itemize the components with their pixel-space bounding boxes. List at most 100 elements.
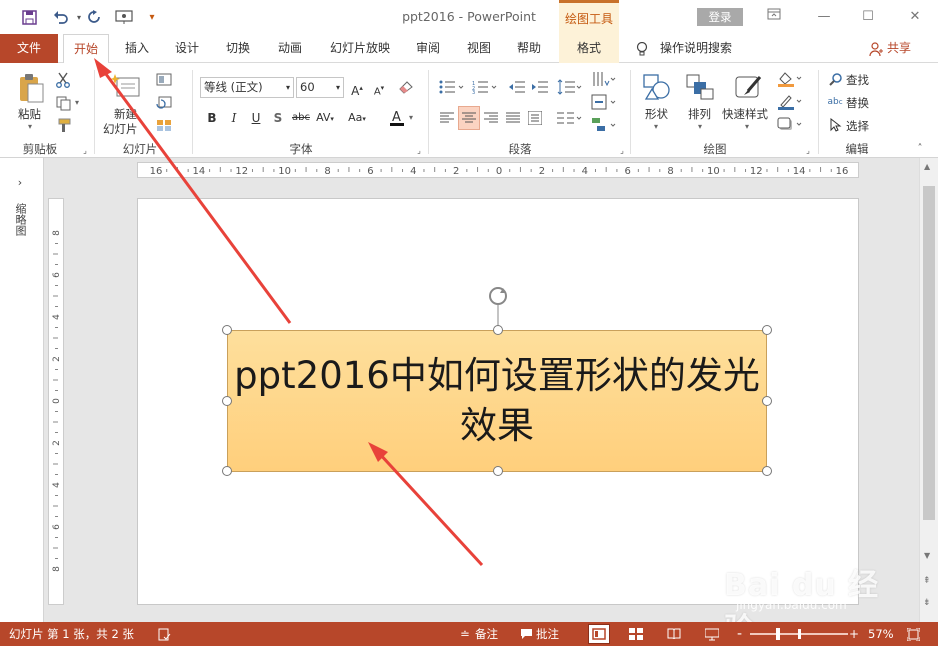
quick-styles-icon[interactable]	[732, 71, 766, 103]
resize-handle-top[interactable]	[493, 325, 503, 335]
shapes-icon[interactable]	[640, 71, 674, 103]
layout-icon[interactable]	[155, 71, 173, 87]
paste-label[interactable]: 粘贴	[18, 106, 41, 122]
shapes-dropdown-icon[interactable]: ▾	[654, 122, 658, 131]
shape-fill-icon[interactable]	[776, 70, 804, 88]
decrease-indent-icon[interactable]	[507, 78, 527, 96]
increase-indent-icon[interactable]	[530, 78, 550, 96]
quick-styles-label[interactable]: 快速样式	[722, 106, 768, 122]
shapes-label[interactable]: 形状	[645, 106, 668, 122]
tab-insert[interactable]: 插入	[117, 34, 157, 63]
drawing-launcher-icon[interactable]: ⌟	[803, 145, 813, 155]
vertical-scrollbar[interactable]: ▲ ▼ ⇞ ⇟	[919, 158, 938, 622]
resize-handle-bottom-right[interactable]	[762, 466, 772, 476]
new-slide-icon[interactable]	[108, 71, 142, 103]
find-icon[interactable]	[828, 71, 844, 87]
zoom-slider[interactable]	[750, 628, 848, 640]
slide-sorter-icon[interactable]	[627, 622, 645, 646]
clear-formatting-icon[interactable]	[398, 79, 416, 97]
close-icon[interactable]: ✕	[906, 8, 924, 26]
minimize-icon[interactable]: —	[815, 8, 833, 26]
login-button[interactable]: 登录	[697, 8, 743, 26]
font-name-combo[interactable]: 等线 (正文) ▾	[200, 77, 294, 98]
ribbon-display-options-icon[interactable]	[765, 8, 783, 26]
replace-icon[interactable]: ab c	[826, 94, 844, 110]
selected-rectangle-shape[interactable]: ppt2016中如何设置形状的发光效果	[227, 330, 767, 472]
fit-to-window-icon[interactable]	[905, 622, 921, 646]
notes-button[interactable]: 备注	[475, 622, 498, 646]
font-size-combo[interactable]: 60 ▾	[296, 77, 344, 98]
resize-handle-top-right[interactable]	[762, 325, 772, 335]
find-label[interactable]: 查找	[846, 72, 869, 88]
bold-icon[interactable]: B	[203, 109, 221, 127]
copy-dropdown-icon[interactable]: ▾	[75, 98, 79, 107]
arrange-dropdown-icon[interactable]: ▾	[698, 122, 702, 131]
next-slide-icon[interactable]: ⇟	[923, 598, 931, 608]
change-case-icon[interactable]: Aa▾	[343, 109, 371, 127]
increase-font-size-icon[interactable]: A▴	[348, 79, 366, 98]
clipboard-launcher-icon[interactable]: ⌟	[80, 145, 90, 155]
new-slide-label-line1[interactable]: 新建	[114, 106, 137, 122]
tab-format[interactable]: 格式	[559, 34, 619, 63]
resize-handle-top-left[interactable]	[222, 325, 232, 335]
decrease-font-size-icon[interactable]: A▾	[370, 79, 388, 97]
tab-view[interactable]: 视图	[459, 34, 499, 63]
paste-dropdown-icon[interactable]: ▾	[28, 122, 32, 131]
format-painter-icon[interactable]	[54, 116, 72, 134]
maximize-icon[interactable]: ☐	[859, 8, 877, 26]
line-spacing-icon[interactable]	[556, 77, 584, 97]
shape-outline-icon[interactable]	[776, 93, 804, 111]
zoom-slider-thumb[interactable]	[776, 628, 780, 640]
justify-icon[interactable]	[504, 109, 522, 127]
arrange-icon[interactable]	[683, 71, 717, 103]
scroll-up-icon[interactable]: ▲	[924, 162, 930, 171]
bullets-icon[interactable]	[438, 78, 466, 96]
distributed-icon[interactable]	[526, 109, 544, 127]
copy-icon[interactable]	[54, 94, 72, 112]
reading-view-icon[interactable]	[665, 622, 683, 646]
resize-handle-left[interactable]	[222, 396, 232, 406]
replace-label[interactable]: 替换	[846, 95, 869, 111]
zoom-level[interactable]: 57%	[868, 622, 894, 646]
italic-icon[interactable]: I	[225, 109, 243, 127]
tab-design[interactable]: 设计	[167, 34, 207, 63]
align-center-icon[interactable]	[458, 106, 480, 130]
tell-me-search[interactable]: 操作说明搜索	[660, 34, 732, 63]
text-shadow-icon[interactable]: S	[269, 109, 287, 127]
resize-handle-right[interactable]	[762, 396, 772, 406]
notes-icon[interactable]: ≐	[457, 622, 473, 646]
collapse-ribbon-icon[interactable]: ˄	[913, 141, 927, 155]
share-button[interactable]: 共享	[887, 34, 911, 63]
scroll-down-icon[interactable]: ▼	[924, 551, 930, 560]
slideshow-view-icon[interactable]	[703, 622, 721, 646]
tab-animations[interactable]: 动画	[270, 34, 310, 63]
shape-effects-icon[interactable]	[776, 116, 804, 134]
normal-view-icon[interactable]	[588, 624, 610, 644]
reset-icon[interactable]	[155, 94, 173, 110]
tab-transitions[interactable]: 切换	[218, 34, 258, 63]
numbering-icon[interactable]: 123	[471, 78, 499, 96]
character-spacing-icon[interactable]: AV▾	[313, 109, 337, 127]
underline-icon[interactable]: U	[247, 109, 265, 127]
font-color-dropdown-icon[interactable]: ▾	[409, 113, 413, 122]
paragraph-launcher-icon[interactable]: ⌟	[617, 145, 627, 155]
select-label[interactable]: 选择	[846, 118, 869, 134]
previous-slide-icon[interactable]: ⇞	[923, 576, 931, 586]
scrollbar-thumb[interactable]	[923, 186, 935, 520]
strikethrough-icon[interactable]: abc	[290, 109, 312, 127]
resize-handle-bottom[interactable]	[493, 466, 503, 476]
paste-icon[interactable]	[14, 72, 48, 104]
select-icon[interactable]	[828, 117, 844, 133]
tab-slideshow[interactable]: 幻灯片放映	[322, 34, 398, 63]
zoom-in-icon[interactable]: +	[849, 622, 859, 646]
expand-thumbnails-icon[interactable]: ›	[13, 175, 27, 189]
resize-handle-bottom-left[interactable]	[222, 466, 232, 476]
align-text-icon[interactable]	[590, 93, 618, 111]
chevron-down-icon[interactable]: ▾	[336, 78, 340, 97]
share-person-icon[interactable]	[868, 41, 884, 57]
arrange-label[interactable]: 排列	[688, 106, 711, 122]
comments-button[interactable]: 批注	[536, 622, 559, 646]
tab-review[interactable]: 审阅	[408, 34, 448, 63]
tab-file[interactable]: 文件	[0, 34, 58, 63]
new-slide-label-line2[interactable]: 幻灯片	[103, 121, 138, 137]
